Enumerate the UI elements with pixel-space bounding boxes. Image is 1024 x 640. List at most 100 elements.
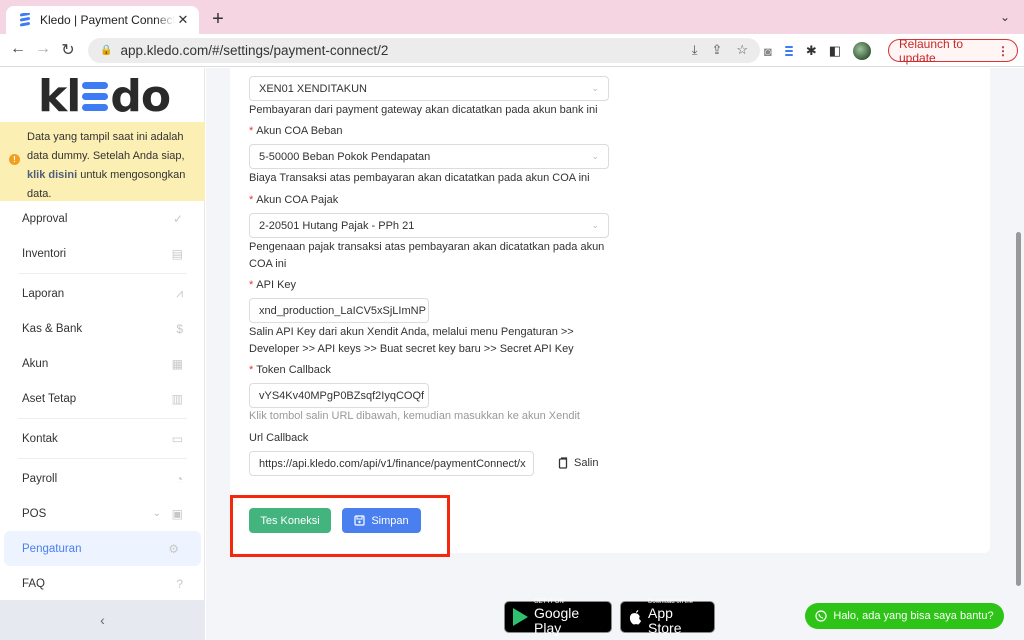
- notice-text-before: Data yang tampil saat ini adalah data du…: [27, 131, 185, 162]
- app-store-badge[interactable]: Download on the App Store: [620, 599, 715, 636]
- required-mark: *: [249, 194, 254, 206]
- sidebar-item-inventori[interactable]: Inventori ▤: [0, 236, 205, 271]
- token-callback-input[interactable]: vYS4Kv40MPgP0BZsqf2IyqCOQf: [249, 383, 429, 408]
- label-text: Token Callback: [256, 364, 331, 376]
- highlight-annotation-box: [230, 495, 450, 557]
- browser-tab[interactable]: Kledo | Payment Connect Xendit ✕: [6, 6, 199, 34]
- browser-toolbar: ← → ↻ 🔒 app.kledo.com/#/settings/payment…: [0, 34, 1024, 67]
- menu-divider: [18, 273, 187, 274]
- api-key-input[interactable]: xnd_production_LaICV5xSjLImNP: [249, 298, 429, 323]
- logo-text-suffix: do: [110, 70, 171, 122]
- clear-data-link[interactable]: klik disini: [27, 169, 77, 181]
- api-key-label: * API Key: [249, 279, 296, 291]
- forward-button[interactable]: →: [33, 40, 53, 58]
- relaunch-to-update-button[interactable]: Relaunch to update ⋮: [888, 37, 1018, 65]
- logo-e-bars-icon: [82, 81, 109, 111]
- building-icon: ▥: [171, 391, 183, 406]
- google-play-big-text: Google Play: [534, 604, 580, 636]
- profile-avatar[interactable]: [853, 42, 872, 60]
- tab-search-dropdown-icon[interactable]: ⌄: [1000, 10, 1010, 24]
- contact-card-icon: ▭: [171, 431, 183, 446]
- extensions-puzzle-icon[interactable]: ✱: [806, 43, 817, 59]
- sidebar-item-kontak[interactable]: Kontak ▭: [0, 421, 205, 456]
- apple-icon: [629, 609, 642, 624]
- bank-account-select[interactable]: XEN01 XENDITAKUN ⌄: [249, 76, 609, 101]
- google-play-badge[interactable]: GET IT ON Google Play: [504, 599, 612, 636]
- whatsapp-icon: [815, 610, 827, 622]
- sidebar: kl do ! Data yang tampil saat ini adalah…: [0, 68, 205, 640]
- lock-icon[interactable]: 🔒: [100, 45, 112, 56]
- chevron-down-icon: ⌄: [591, 220, 599, 230]
- token-callback-help: Klik tombol salin URL dibawah, kemudian …: [249, 410, 580, 422]
- payroll-icon: ◔: [175, 471, 183, 486]
- chevron-down-icon[interactable]: ⌄: [153, 508, 161, 519]
- url-text[interactable]: app.kledo.com/#/settings/payment-connect…: [120, 43, 388, 58]
- coa-pajak-help: Pengenaan pajak transaksi atas pembayara…: [249, 241, 605, 270]
- sidebar-item-label: Akun: [22, 357, 49, 370]
- label-text: Akun COA Pajak: [256, 194, 339, 206]
- token-callback-label: * Token Callback: [249, 364, 331, 376]
- coa-beban-help: Biaya Transaksi atas pembayaran akan dic…: [249, 172, 590, 184]
- sidebar-item-akun[interactable]: Akun ▦: [0, 346, 205, 381]
- coa-beban-value: 5-50000 Beban Pokok Pendapatan: [259, 150, 431, 163]
- app-store-big-text: App Store: [648, 604, 682, 636]
- sidebar-item-label: Pengaturan: [22, 542, 82, 555]
- whatsapp-chat-button[interactable]: Halo, ada yang bisa saya bantu?: [805, 603, 1004, 629]
- side-panel-icon[interactable]: ◧: [829, 43, 841, 59]
- bank-account-value: XEN01 XENDITAKUN: [259, 82, 367, 95]
- collapse-sidebar-button[interactable]: ‹: [0, 600, 205, 640]
- sidebar-item-label: Kontak: [22, 432, 58, 445]
- gear-icon: ⚙: [168, 541, 179, 556]
- sidebar-item-payroll[interactable]: Payroll ◔: [0, 461, 205, 496]
- question-icon: ?: [176, 576, 183, 591]
- install-app-icon[interactable]: ⤓: [692, 42, 698, 58]
- share-icon[interactable]: ⇪: [711, 42, 722, 58]
- browser-menu-icon[interactable]: ⋮: [997, 44, 1009, 58]
- sidebar-item-label: Kas & Bank: [22, 322, 83, 335]
- chart-icon: ⩘: [176, 286, 183, 300]
- browser-tabstrip: Kledo | Payment Connect Xendit ✕ + ⌄: [0, 0, 1024, 34]
- chevron-left-icon: ‹: [100, 612, 105, 628]
- sidebar-item-label: Inventori: [22, 247, 67, 260]
- sidebar-item-pos[interactable]: POS ⌄ ▣: [0, 496, 205, 531]
- logo-text-prefix: kl: [38, 70, 81, 122]
- url-callback-input[interactable]: https://api.kledo.com/api/v1/finance/pay…: [249, 451, 534, 476]
- pos-terminal-icon: ▣: [171, 506, 183, 521]
- close-tab-icon[interactable]: ✕: [175, 12, 191, 28]
- menu-divider: [18, 458, 187, 459]
- sidebar-item-label: Laporan: [22, 287, 65, 300]
- sidebar-item-aset-tetap[interactable]: Aset Tetap ▥: [0, 381, 205, 416]
- required-mark: *: [249, 364, 254, 376]
- sidebar-item-kas-bank[interactable]: Kas & Bank $: [0, 311, 205, 346]
- copy-icon: [558, 457, 568, 469]
- page-scrollbar[interactable]: [1016, 232, 1021, 586]
- chevron-down-icon: ⌄: [591, 151, 599, 161]
- label-text: API Key: [256, 279, 297, 291]
- sidebar-item-approval[interactable]: Approval ✓: [0, 201, 205, 236]
- sidebar-item-laporan[interactable]: Laporan ⩘: [0, 276, 205, 311]
- address-bar[interactable]: 🔒 app.kledo.com/#/settings/payment-conne…: [88, 38, 760, 63]
- kledo-logo[interactable]: kl do: [38, 71, 171, 122]
- sidebar-item-pengaturan[interactable]: Pengaturan ⚙: [4, 531, 201, 566]
- kledo-extension-icon[interactable]: [784, 45, 794, 57]
- copy-url-button[interactable]: Salin: [558, 457, 598, 469]
- check-icon: ✓: [172, 211, 183, 226]
- chevron-down-icon: ⌄: [591, 83, 599, 93]
- back-button[interactable]: ←: [8, 40, 28, 58]
- reload-button[interactable]: ↻: [58, 40, 78, 60]
- coa-pajak-value: 2-20501 Hutang Pajak - PPh 21: [259, 219, 415, 232]
- coa-beban-select[interactable]: 5-50000 Beban Pokok Pendapatan ⌄: [249, 144, 609, 169]
- camera-extension-icon[interactable]: ◙: [764, 44, 772, 59]
- sidebar-item-label: Approval: [22, 212, 68, 225]
- warning-icon: !: [9, 154, 20, 165]
- new-tab-button[interactable]: +: [208, 8, 228, 31]
- coa-beban-label: * Akun COA Beban: [249, 125, 343, 137]
- menu-divider: [18, 418, 187, 419]
- bookmark-star-icon[interactable]: ☆: [736, 42, 748, 58]
- required-mark: *: [249, 279, 254, 291]
- payment-connect-form: XEN01 XENDITAKUN ⌄ Pembayaran dari payme…: [230, 68, 990, 553]
- sidebar-item-faq[interactable]: FAQ ?: [0, 566, 205, 601]
- dollar-icon: $: [176, 321, 183, 336]
- kledo-favicon-icon: [20, 13, 30, 27]
- coa-pajak-select[interactable]: 2-20501 Hutang Pajak - PPh 21 ⌄: [249, 213, 609, 238]
